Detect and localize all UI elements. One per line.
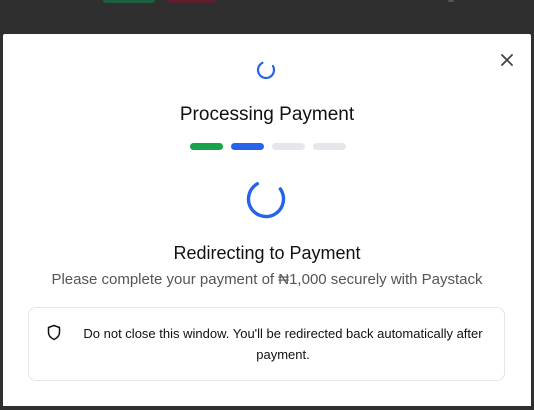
close-button[interactable]: [497, 50, 517, 70]
background-element: [168, 0, 216, 3]
payment-modal: Processing Payment Redirecting to Paymen…: [3, 34, 531, 406]
background-element: [448, 0, 454, 2]
background-element: [103, 0, 155, 3]
notice-text: Do not close this window. You'll be redi…: [83, 326, 483, 362]
progress-step-3: [272, 143, 305, 150]
progress-steps: [190, 143, 346, 150]
redirect-spinner-icon: [246, 179, 286, 219]
loading-spinner-icon: [256, 60, 276, 80]
progress-step-4: [313, 143, 346, 150]
shield-icon: [47, 324, 61, 341]
status-heading: Redirecting to Payment: [173, 243, 361, 263]
status-text: Please complete your payment of ₦1,000 s…: [51, 271, 483, 288]
modal-title: Processing Payment: [179, 104, 355, 125]
progress-step-1: [190, 143, 223, 150]
progress-step-2: [231, 143, 264, 150]
close-icon: [501, 54, 513, 66]
notice-box: Do not close this window. You'll be redi…: [28, 307, 505, 381]
